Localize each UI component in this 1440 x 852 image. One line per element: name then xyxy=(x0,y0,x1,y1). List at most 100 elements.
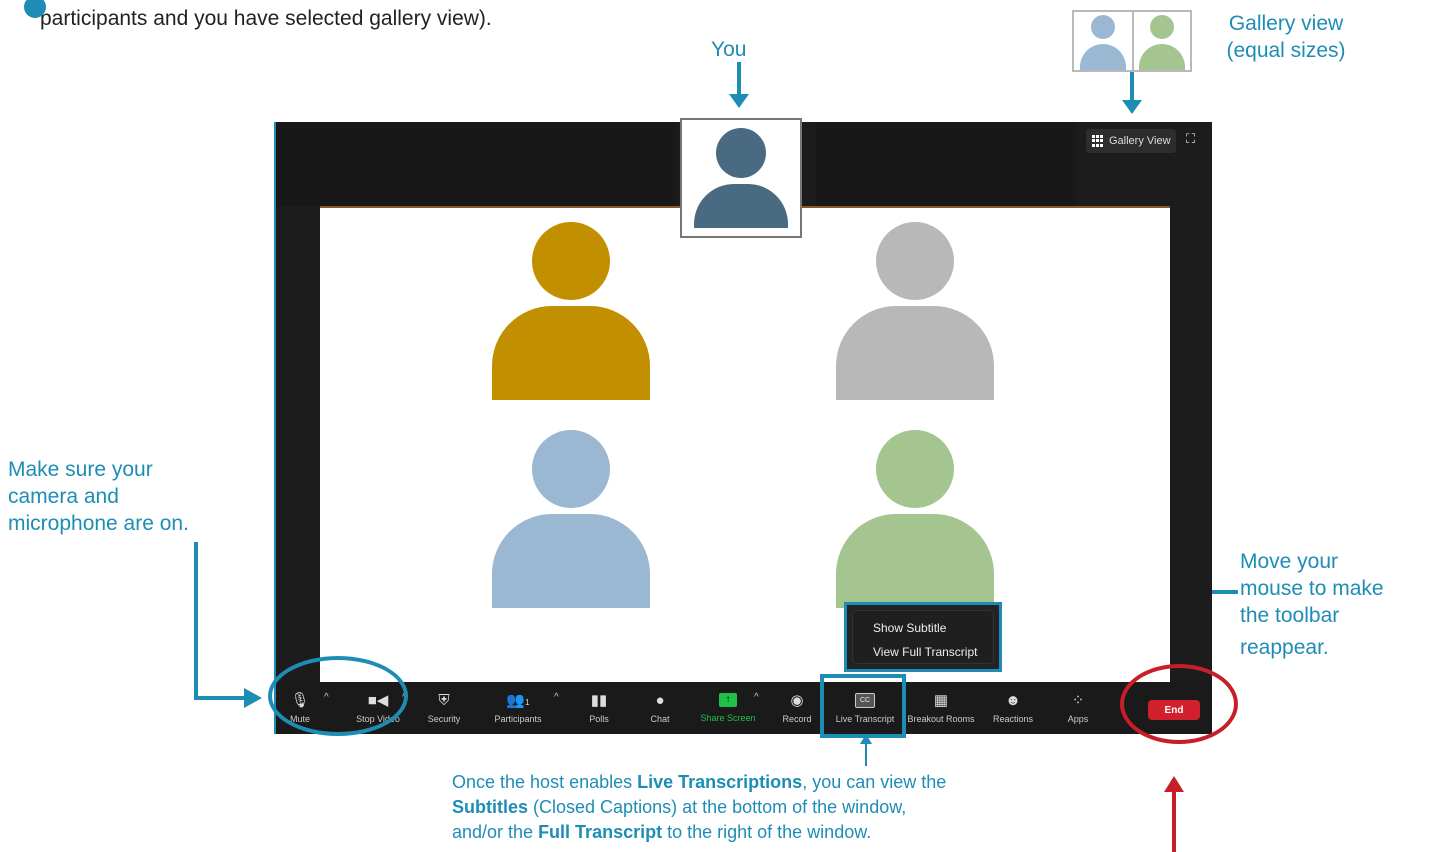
arrow-you-head xyxy=(729,94,749,108)
thumb-blue-body xyxy=(1080,44,1126,70)
gallery-thumbnail-illustration xyxy=(1072,10,1192,72)
participant-green-body xyxy=(836,514,994,608)
breakout-rooms-icon: ▦ xyxy=(933,692,949,709)
participants-caret-icon[interactable]: ^ xyxy=(554,692,559,703)
arrow-camera-hline xyxy=(194,696,246,700)
participant-tile-gray xyxy=(834,222,994,402)
record-icon: ◉ xyxy=(790,692,804,709)
security-button[interactable]: ⛨ Security xyxy=(424,682,464,734)
shield-icon: ⛨ xyxy=(438,692,450,709)
arrow-camera-vline xyxy=(194,542,198,700)
participant-gray-head xyxy=(876,222,954,300)
participant-tile-blue xyxy=(490,430,650,610)
record-label: Record xyxy=(782,714,812,724)
thumb-blue xyxy=(1074,12,1134,70)
arrow-transcript-head xyxy=(860,734,872,744)
gallery-view-button[interactable]: Gallery View xyxy=(1086,129,1176,153)
explanation-line2-a: Subtitles xyxy=(452,797,529,817)
security-label: Security xyxy=(427,714,461,724)
chat-bubble-icon: ● xyxy=(655,692,665,709)
polls-label: Polls xyxy=(589,714,609,724)
callout-gallery-view: Gallery view (equal sizes) xyxy=(1206,10,1366,64)
meeting-toolbar: 🎙 Mute ^ ■◀ Stop Video ^ ⛨ Security 👥1 P… xyxy=(276,682,1212,734)
callout-mouse-line1: Move your xyxy=(1240,550,1339,573)
thumb-green xyxy=(1134,12,1190,70)
participant-gold-head xyxy=(532,222,610,300)
arrow-you-line xyxy=(737,62,741,98)
arrow-end-head xyxy=(1164,776,1184,792)
explanation-line3-a: and/or the xyxy=(452,822,539,842)
share-screen-label: Share Screen xyxy=(700,713,756,723)
share-screen-icon: ↑ xyxy=(719,693,737,707)
gallery-view-label: Gallery View xyxy=(1109,135,1171,147)
polls-icon: ▮▮ xyxy=(590,692,608,709)
menu-panel: Show Subtitle View Full Transcript xyxy=(853,611,993,663)
reactions-label: Reactions xyxy=(992,714,1034,724)
explanation-line3: and/or the Full Transcript to the right … xyxy=(452,820,1132,845)
transcription-explanation: Once the host enables Live Transcription… xyxy=(452,770,1132,845)
callout-mouse-toolbar: Move your mouse to make the toolbar reap… xyxy=(1240,548,1384,661)
intro-text: participants and you have selected galle… xyxy=(24,0,740,38)
record-button[interactable]: ◉ Record xyxy=(776,682,818,734)
callout-mouse-line4: reappear. xyxy=(1240,636,1329,659)
highlight-ring-camera-mic xyxy=(268,656,408,736)
explanation-line2: Subtitles (Closed Captions) at the botto… xyxy=(452,795,1132,820)
thumb-green-head xyxy=(1150,15,1174,39)
participant-gray-body xyxy=(836,306,994,400)
participant-gold-body xyxy=(492,306,650,400)
highlight-ring-end xyxy=(1120,664,1238,744)
menu-item-show-subtitle[interactable]: Show Subtitle xyxy=(873,621,946,635)
callout-gallery-line2: (equal sizes) xyxy=(1226,39,1346,62)
explanation-line1-c: , you can view the xyxy=(802,772,947,792)
reactions-button[interactable]: ☻ Reactions xyxy=(988,682,1038,734)
participant-blue-body xyxy=(492,514,650,608)
chat-button[interactable]: ● Chat xyxy=(644,682,676,734)
fullscreen-icon[interactable]: ⛶ xyxy=(1186,132,1200,146)
participants-button[interactable]: 👥1 Participants xyxy=(488,682,548,734)
live-transcript-menu: Show Subtitle View Full Transcript xyxy=(844,602,1002,672)
explanation-line1-b: Live Transcriptions xyxy=(637,772,803,792)
participants-count: 1 xyxy=(525,698,530,707)
self-avatar-head xyxy=(716,128,766,178)
participant-tile-gold xyxy=(490,222,650,402)
self-avatar-body xyxy=(694,184,788,228)
top-dark-strip-right xyxy=(816,122,1076,206)
zoom-meeting-window: Gallery View ⛶ Show Subtitle View Full T… xyxy=(274,118,1212,734)
highlight-box-live-transcript xyxy=(820,674,906,738)
share-screen-button[interactable]: ↑ Share Screen xyxy=(698,682,758,734)
breakout-rooms-label: Breakout Rooms xyxy=(907,714,975,724)
explanation-line3-b: Full Transcript xyxy=(538,822,663,842)
explanation-line3-c: to the right of the window. xyxy=(662,822,872,842)
arrow-gallery-line xyxy=(1130,72,1134,102)
explanation-line2-b: (Closed Captions) at the bottom of the w… xyxy=(528,797,907,817)
polls-button[interactable]: ▮▮ Polls xyxy=(582,682,616,734)
arrow-gallery-head xyxy=(1122,100,1142,114)
participants-icon: 👥1 xyxy=(506,692,530,709)
callout-you: You xyxy=(711,38,747,61)
arrow-end-line xyxy=(1172,790,1176,852)
callout-mouse-line3: the toolbar xyxy=(1240,604,1340,627)
apps-label: Apps xyxy=(1067,714,1089,724)
top-dark-strip-left xyxy=(276,122,676,206)
explanation-line1-a: Once the host enables xyxy=(452,772,638,792)
participants-label: Participants xyxy=(494,714,542,724)
participant-tile-green xyxy=(834,430,994,610)
participant-blue-head xyxy=(532,430,610,508)
arrow-camera-head xyxy=(244,688,262,708)
video-gallery-stage xyxy=(320,206,1170,684)
thumb-green-body xyxy=(1139,44,1185,70)
menu-item-view-full-transcript[interactable]: View Full Transcript xyxy=(873,645,977,659)
callout-gallery-line1: Gallery view xyxy=(1228,12,1344,35)
share-options-caret-icon[interactable]: ^ xyxy=(754,692,759,703)
callout-mouse-line2: mouse to make xyxy=(1240,577,1384,600)
apps-button[interactable]: ⁘ Apps xyxy=(1062,682,1094,734)
chat-label: Chat xyxy=(650,714,670,724)
callout-camera-line2: camera and xyxy=(8,485,119,508)
callout-camera-line3: microphone are on. xyxy=(8,512,189,535)
grid-icon xyxy=(1092,135,1104,147)
callout-camera-mic: Make sure your camera and microphone are… xyxy=(8,456,189,537)
apps-icon: ⁘ xyxy=(1071,692,1085,709)
participant-green-head xyxy=(876,430,954,508)
breakout-rooms-button[interactable]: ▦ Breakout Rooms xyxy=(906,682,976,734)
smiley-plus-icon: ☻ xyxy=(1005,692,1021,709)
